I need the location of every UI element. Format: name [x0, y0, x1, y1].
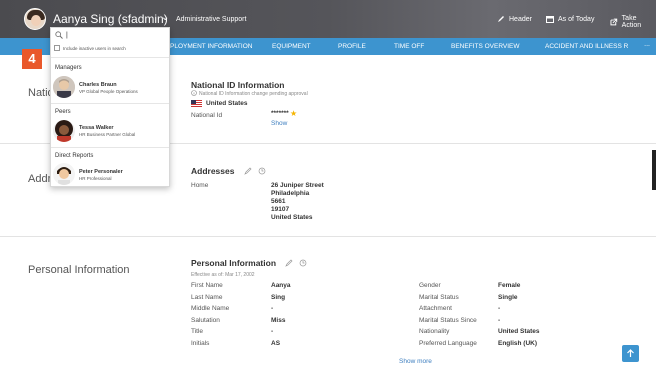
field-value: - — [498, 317, 501, 324]
section-title-personal-information: Personal Information — [28, 264, 130, 276]
edit-pencil-icon[interactable] — [244, 167, 252, 175]
field-label: Title — [191, 328, 204, 335]
show-more-link[interactable]: Show more — [399, 358, 432, 365]
person-photo[interactable] — [53, 163, 75, 185]
person-name[interactable]: Peter Personaler — [79, 169, 123, 175]
group-label-direct-reports: Direct Reports — [55, 153, 94, 159]
person-title: HR Professional — [79, 176, 112, 181]
person-photo[interactable] — [53, 120, 75, 142]
person-title: HR Business Partner Global — [79, 132, 136, 137]
field-value: Miss — [271, 317, 286, 324]
tab-accident-and-illness[interactable]: ACCIDENT AND ILLNESS R — [545, 43, 628, 50]
field-label: Preferred Language — [419, 340, 477, 347]
as-of-today-button[interactable]: As of Today — [546, 15, 594, 23]
field-label: Middle Name — [191, 305, 230, 312]
calendar-icon — [546, 16, 554, 23]
address-line: 26 Juniper Street — [271, 182, 324, 189]
star-icon: ★ — [290, 109, 298, 118]
address-line: 19107 — [271, 206, 290, 213]
card-title-national-id: National ID Information — [191, 80, 285, 90]
tab-time-off[interactable]: TIME OFF — [394, 43, 424, 50]
history-clock-icon[interactable] — [258, 167, 266, 175]
pencil-icon — [498, 16, 504, 22]
dropdown-separator — [51, 57, 169, 58]
search-icon — [55, 31, 63, 39]
field-value: - — [271, 328, 274, 335]
field-value: - — [498, 305, 501, 312]
take-action-button[interactable]: Take Action — [610, 15, 656, 29]
chevron-down-icon[interactable]: ⌄ — [161, 12, 169, 23]
include-inactive-checkbox[interactable] — [54, 45, 60, 51]
person-photo[interactable] — [53, 76, 75, 98]
person-title: VP Global People Operations — [79, 89, 138, 94]
step-badge: 4 — [22, 49, 42, 69]
user-role: Administrative Support — [176, 16, 247, 23]
external-icon — [610, 18, 618, 26]
field-label: Salutation — [191, 317, 220, 324]
group-label-managers: Managers — [55, 65, 82, 71]
pending-note: National ID Information change pending a… — [199, 91, 308, 97]
tab-employment-information[interactable]: PLOYMENT INFORMATION — [170, 43, 252, 50]
arrow-up-icon — [627, 349, 634, 357]
field-label: Gender — [419, 282, 441, 289]
field-label: Last Name — [191, 294, 223, 301]
person-name[interactable]: Charles Braun — [79, 82, 117, 88]
tab-profile[interactable]: PROFILE — [338, 43, 366, 50]
effective-date: Effective as of: Mar 17, 2002 — [191, 272, 255, 278]
field-label: Marital Status — [419, 294, 459, 301]
card-title-personal-information: Personal Information — [191, 258, 277, 268]
field-label: Attachment — [419, 305, 452, 312]
national-id-label: National Id — [191, 112, 223, 119]
scroll-to-top-button[interactable] — [622, 345, 639, 362]
search-input[interactable]: | — [66, 32, 68, 39]
field-value: United States — [498, 328, 540, 335]
us-flag-icon — [191, 100, 202, 107]
section-divider — [0, 236, 656, 237]
tab-benefits-overview[interactable]: BENEFITS OVERVIEW — [451, 43, 520, 50]
field-value: Aanya — [271, 282, 291, 289]
field-value: Sing — [271, 294, 286, 301]
show-national-id-link[interactable]: Show — [271, 120, 287, 127]
field-label: Marital Status Since — [419, 317, 477, 324]
card-title-addresses: Addresses — [191, 166, 235, 176]
user-name-menu[interactable]: Aanya Sing (sfadmin) — [53, 12, 168, 26]
dropdown-separator — [51, 147, 169, 148]
people-search-dropdown: | Include inactive users in search Manag… — [50, 27, 170, 187]
more-tabs-icon[interactable]: ... — [644, 41, 650, 48]
field-value: AS — [271, 340, 281, 347]
address-line: Philadelphia — [271, 190, 310, 197]
field-value: Female — [498, 282, 521, 289]
field-value: Single — [498, 294, 518, 301]
user-avatar[interactable] — [24, 8, 46, 30]
field-value: English (UK) — [498, 340, 537, 347]
history-clock-icon[interactable] — [299, 259, 307, 267]
address-type-label: Home — [191, 182, 209, 189]
field-value: - — [271, 305, 274, 312]
scrollbar-thumb[interactable] — [652, 150, 656, 190]
address-line: 5661 — [271, 198, 286, 205]
field-label: Initials — [191, 340, 210, 347]
field-label: First Name — [191, 282, 223, 289]
edit-pencil-icon[interactable] — [285, 259, 293, 267]
address-line: United States — [271, 214, 313, 221]
national-id-country: United States — [206, 100, 248, 107]
info-icon — [191, 90, 197, 96]
national-id-value: ******* — [271, 110, 289, 117]
group-label-peers: Peers — [55, 109, 71, 115]
tab-equipment[interactable]: EQUIPMENT — [272, 43, 311, 50]
person-name[interactable]: Tessa Walker — [79, 125, 114, 131]
header-action-button[interactable]: Header — [497, 15, 532, 23]
include-inactive-label: Include inactive users in search — [63, 46, 126, 51]
dropdown-separator — [51, 103, 169, 104]
field-label: Nationality — [419, 328, 450, 335]
section-title-addresses: Addr — [28, 173, 52, 185]
